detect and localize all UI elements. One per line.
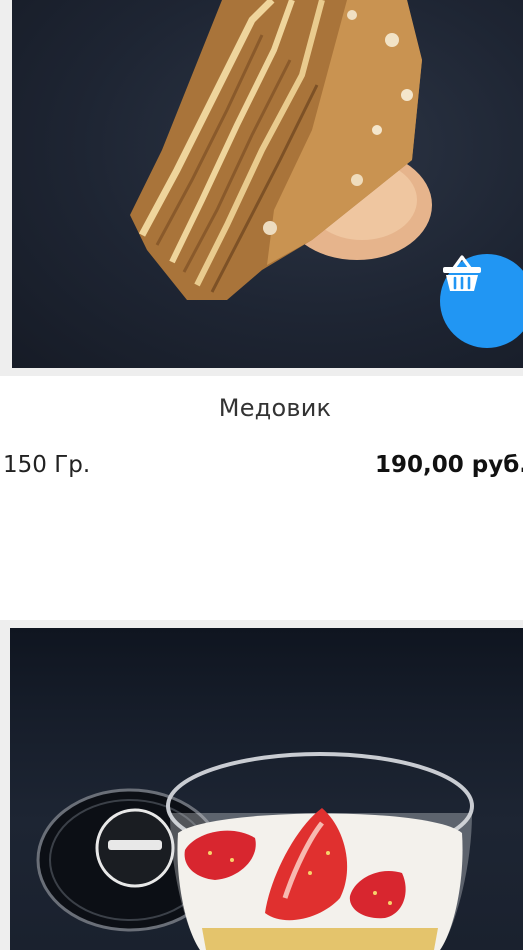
product-list: Медовик 150 Гр. 190,00 руб. (0, 0, 523, 950)
product-weight: 150 Гр. (3, 452, 91, 478)
product-price: 190,00 руб. (375, 452, 523, 478)
add-to-cart-button[interactable] (440, 254, 523, 348)
product-title[interactable]: Медовик (0, 394, 523, 422)
product-image[interactable] (12, 0, 523, 368)
product-image[interactable] (10, 628, 523, 950)
dessert-cup-photo (36, 752, 474, 950)
